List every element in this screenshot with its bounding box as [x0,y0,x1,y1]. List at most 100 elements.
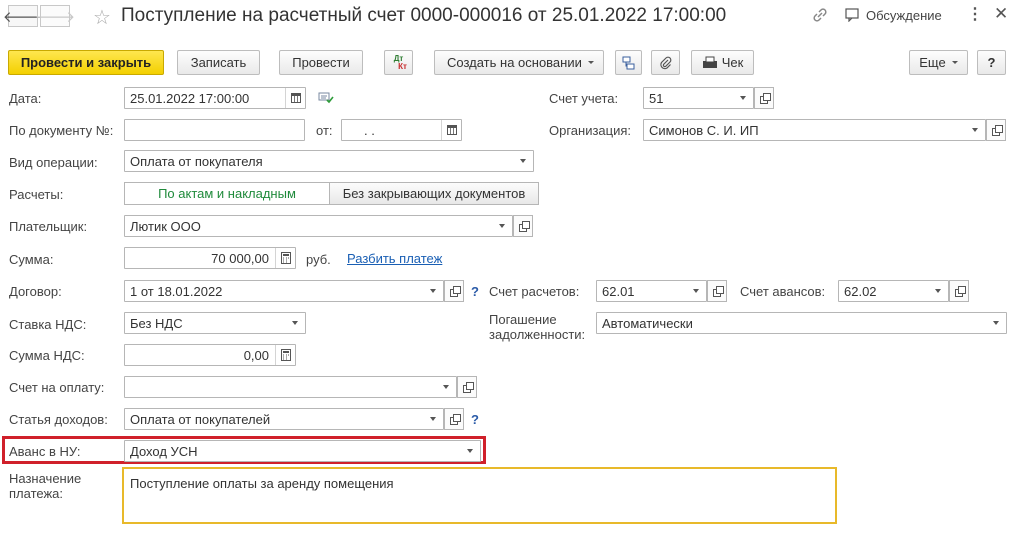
organization-select[interactable]: Симонов С. И. ИП [643,119,986,141]
receipt-button[interactable]: Чек [691,50,754,75]
more-button[interactable]: Еще [909,50,968,75]
vat-amount-input[interactable]: 0,00 [124,344,296,366]
organization-label: Организация: [549,123,632,138]
contract-select[interactable]: 1 от 18.01.2022 [124,280,444,302]
more-vertical-icon[interactable]: ⋮ [967,4,983,24]
open-organization-button[interactable] [986,119,1006,141]
page-title: Поступление на расчетный счет 0000-00001… [121,5,727,26]
income-item-label: Статья доходов: [9,412,108,427]
post-button[interactable]: Провести [279,50,363,75]
purpose-textarea[interactable]: Поступление оплаты за аренду помещения [122,467,837,524]
dropdown-button[interactable] [965,120,985,140]
settlements-option-no-docs[interactable]: Без закрывающих документов [329,182,539,205]
income-item-help-icon[interactable]: ? [471,412,479,427]
dropdown-arrow-icon [587,61,594,64]
dropdown-button[interactable] [436,377,456,397]
discussion-icon[interactable] [845,8,861,25]
vat-rate-value: Без НДС [130,316,183,331]
settlements-label: Расчеты: [9,187,64,202]
operation-type-value: Оплата от покупателя [130,154,263,169]
open-advance-account-button[interactable] [949,280,969,302]
dropdown-button[interactable] [423,409,443,429]
invoice-select[interactable] [124,376,457,398]
open-income-item-button[interactable] [444,408,464,430]
attachments-button[interactable] [651,50,680,75]
debt-repayment-value: Автоматически [602,316,693,331]
open-settlement-account-button[interactable] [707,280,727,302]
settlements-option-acts[interactable]: По актам и накладным [124,182,330,205]
amount-input[interactable]: 70 000,00 [124,247,296,269]
open-account-button[interactable] [754,87,774,109]
save-button[interactable]: Записать [177,50,260,75]
amount-value: 70 000,00 [211,251,269,266]
dropdown-button[interactable] [423,281,443,301]
operation-type-select[interactable]: Оплата от покупателя [124,150,534,172]
income-item-select[interactable]: Оплата от покупателей [124,408,444,430]
advance-tax-select[interactable]: Доход УСН [124,440,481,462]
split-payment-link[interactable]: Разбить платеж [347,251,442,266]
purpose-value: Поступление оплаты за аренду помещения [130,476,394,491]
cash-register-icon [702,56,717,68]
help-button[interactable]: ? [977,50,1006,75]
contract-help-icon[interactable]: ? [471,284,479,299]
calculator-icon [280,252,291,264]
chevron-down-icon [693,289,699,293]
payer-select[interactable]: Лютик ООО [124,215,513,237]
calculator-button[interactable] [275,248,295,268]
discussion-button[interactable]: Обсуждение [866,8,942,23]
settlement-account-select[interactable]: 62.01 [596,280,707,302]
open-payer-button[interactable] [513,215,533,237]
date-field[interactable]: 25.01.2022 17:00:00 [124,87,306,109]
chevron-down-icon [972,128,978,132]
dropdown-button[interactable] [733,88,753,108]
purpose-label-line1: Назначение [9,471,82,486]
operation-type-label: Вид операции: [9,155,98,170]
chevron-down-icon [499,224,505,228]
calendar-icon [290,93,301,103]
forward-button[interactable]: 🡒 [35,5,75,27]
date-value: 25.01.2022 17:00:00 [130,91,250,106]
dropdown-button[interactable] [986,313,1006,333]
open-invoice-button[interactable] [457,376,477,398]
dropdown-button[interactable] [460,441,480,461]
account-select[interactable]: 51 [643,87,754,109]
open-form-icon [954,285,966,297]
dropdown-button[interactable] [513,151,533,171]
post-and-close-button[interactable]: Провести и закрыть [8,50,164,75]
close-icon[interactable]: ✕ [994,4,1008,24]
star-icon[interactable]: ☆ [93,5,111,30]
open-contract-button[interactable] [444,280,464,302]
structure-button[interactable] [615,50,642,75]
advance-tax-value: Доход УСН [130,444,198,459]
dropdown-button[interactable] [285,313,305,333]
dropdown-button[interactable] [492,216,512,236]
open-form-icon [449,285,461,297]
edit-check-icon[interactable] [318,91,334,107]
purpose-label-line2: платежа: [9,486,63,501]
create-based-on-button[interactable]: Создать на основании [434,50,604,75]
advance-account-value: 62.02 [844,284,877,299]
invoice-label: Счет на оплату: [9,380,105,395]
calculator-button[interactable] [275,345,295,365]
doc-number-input[interactable] [124,119,305,141]
calendar-button[interactable] [285,88,305,108]
open-form-icon [462,381,474,393]
advance-account-select[interactable]: 62.02 [838,280,949,302]
dt-kt-button[interactable]: Дт Кт [384,50,413,75]
doc-number-label: По документу №: [9,123,114,138]
account-value: 51 [649,91,664,106]
payer-label: Плательщик: [9,219,88,234]
back-button[interactable]: 🡐 [3,5,43,27]
advance-tax-label: Аванс в НУ: [9,444,81,459]
dropdown-button[interactable] [686,281,706,301]
vat-rate-select[interactable]: Без НДС [124,312,306,334]
document-structure-icon [622,56,634,69]
debt-repayment-select[interactable]: Автоматически [596,312,1007,334]
dropdown-button[interactable] [928,281,948,301]
link-icon[interactable] [811,6,829,27]
account-label: Счет учета: [549,91,619,106]
settlement-account-label: Счет расчетов: [489,284,580,299]
open-form-icon [712,285,724,297]
doc-date-field[interactable]: . . [341,119,462,141]
calendar-button[interactable] [441,120,461,140]
